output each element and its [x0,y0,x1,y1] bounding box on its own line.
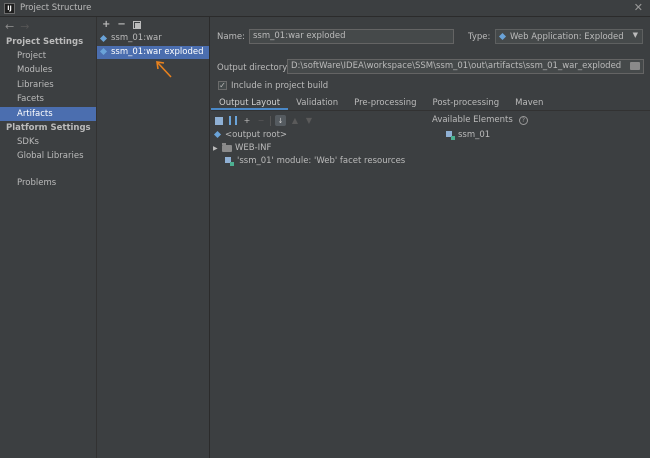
output-directory-value: D:\softWare\IDEA\workspace\SSM\ssm_01\ou… [291,61,622,71]
platform-settings-header: Platform Settings [6,122,91,133]
artifact-label: ssm_01:war exploded [111,46,204,57]
folder-icon [222,142,232,152]
settings-sidebar: ← → Project Settings Project Modules Lib… [0,17,97,458]
web-app-icon [499,33,507,41]
remove-artifact-button[interactable]: − [117,19,125,30]
nav-arrows: ← → [0,17,96,35]
output-directory-field[interactable]: D:\softWare\IDEA\workspace\SSM\ssm_01\ou… [287,59,644,74]
tree-item-label: 'ssm_01' module: 'Web' facet resources [237,156,406,166]
browse-folder-icon[interactable] [630,62,640,70]
sidebar-item-artifacts[interactable]: Artifacts [0,106,96,121]
tree-item-label: WEB-INF [235,143,272,153]
name-label: Name: [217,32,245,42]
tab-post-processing[interactable]: Post-processing [425,96,508,110]
artifacts-panel: + − ssm_01:war ssm_01:war exploded [97,17,210,458]
toolbar-separator [270,115,271,126]
output-root-icon [214,131,222,139]
artifacts-toolbar: + − [97,17,209,32]
artifact-details: Name: ssm_01:war exploded Type: Web Appl… [211,17,650,458]
close-window-button[interactable]: ✕ [634,2,643,14]
available-item-label: ssm_01 [458,130,491,140]
sidebar-item-libraries[interactable]: Libraries [0,78,96,92]
tab-maven[interactable]: Maven [507,96,551,110]
create-directory-icon[interactable] [214,116,224,126]
add-copy-button[interactable]: + [242,116,252,126]
artifact-icon [100,48,108,56]
sidebar-item-facets[interactable]: Facets [0,92,96,106]
move-down-icon[interactable]: ▼ [304,116,314,126]
include-in-build-label: Include in project build [231,81,329,91]
help-icon[interactable]: ? [518,115,528,125]
available-elements-header: Available Elements ? [432,115,528,125]
available-elements-label: Available Elements [432,115,513,125]
window-title: Project Structure [20,3,92,13]
artifact-icon [100,35,108,43]
tree-item-label: <output root> [225,130,288,140]
tree-item-output-root[interactable]: <output root> [214,130,287,140]
columns-icon[interactable] [228,116,238,126]
name-field[interactable]: ssm_01:war exploded [249,29,454,44]
tab-pre-processing[interactable]: Pre-processing [346,96,424,110]
forward-arrow-icon[interactable]: → [20,20,29,33]
artifact-item-war[interactable]: ssm_01:war [97,32,209,46]
module-icon [446,130,455,140]
copy-artifact-icon[interactable] [132,21,141,29]
artifact-item-war-exploded[interactable]: ssm_01:war exploded [97,45,209,59]
artifact-label: ssm_01:war [111,33,162,43]
project-settings-header: Project Settings [6,37,84,47]
expand-arrow-icon[interactable]: ▶ [213,145,219,152]
detail-tabs: Output Layout Validation Pre-processing … [211,96,650,111]
type-value: Web Application: Exploded [510,31,624,42]
type-label: Type: [468,32,491,42]
chevron-down-icon: ▼ [632,31,638,39]
sidebar-item-global-libraries[interactable]: Global Libraries [0,149,96,163]
sidebar-item-modules[interactable]: Modules [0,63,96,77]
module-resources-icon [225,156,234,166]
tree-item-web-inf[interactable]: ▶ WEB-INF [213,142,272,153]
available-item-ssm01[interactable]: ssm_01 [446,130,490,140]
tab-output-layout[interactable]: Output Layout [211,96,289,110]
remove-element-button[interactable]: − [256,116,266,126]
sort-elements-button[interactable]: ↓ [275,115,286,126]
move-up-icon[interactable]: ▲ [290,116,300,126]
back-arrow-icon[interactable]: ← [5,20,14,33]
output-directory-label: Output directory: [217,63,290,73]
sidebar-item-problems[interactable]: Problems [0,176,96,190]
output-layout-toolbar: + − ↓ ▲ ▼ [211,114,314,127]
include-in-build-checkbox[interactable]: ✓ [218,81,227,90]
add-artifact-button[interactable]: + [102,19,110,30]
sidebar-item-sdks[interactable]: SDKs [0,135,96,149]
intellij-app-icon: IJ [4,2,15,14]
annotation-arrow-icon [156,61,172,78]
title-bar: IJ Project Structure ✕ [0,0,650,17]
sidebar-item-project[interactable]: Project [0,49,96,63]
type-select[interactable]: Web Application: Exploded ▼ [495,29,643,44]
tab-validation[interactable]: Validation [288,96,346,110]
tree-item-facet-resources[interactable]: 'ssm_01' module: 'Web' facet resources [225,156,405,166]
